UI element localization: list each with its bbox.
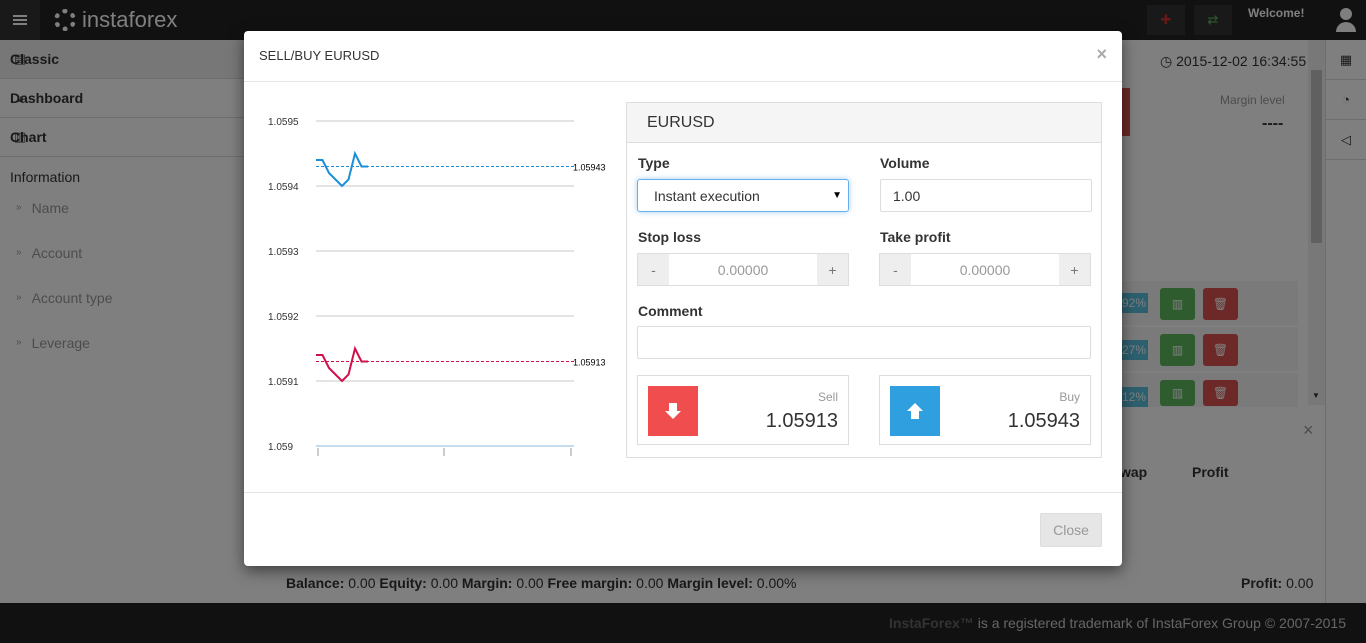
order-type-select[interactable]: Instant execution ▼	[637, 179, 849, 212]
close-icon[interactable]: ×	[1096, 44, 1107, 65]
y-tick-label: 1.0594	[268, 182, 299, 193]
caret-down-icon: ▼	[832, 190, 842, 201]
arrow-up-icon	[890, 386, 940, 436]
arrow-down-icon	[648, 386, 698, 436]
buy-button[interactable]: Buy 1.05943	[879, 375, 1091, 445]
buy-price: 1.05943	[1007, 410, 1080, 432]
y-tick-label: 1.0592	[268, 312, 299, 323]
take-profit-input[interactable]: 0.00000	[911, 254, 1059, 285]
stop-loss-input[interactable]: 0.00000	[669, 254, 817, 285]
price-reference-label: 1.05943	[573, 163, 606, 173]
symbol-heading: EURUSD	[627, 103, 1101, 143]
take-profit-increment-button[interactable]: +	[1059, 254, 1090, 285]
price-series-line	[316, 345, 368, 383]
type-label: Type	[638, 155, 670, 171]
sell-button[interactable]: Sell 1.05913	[637, 375, 849, 445]
order-panel: EURUSD Type Instant execution ▼ Volume 1…	[626, 102, 1102, 458]
price-series-line	[316, 150, 368, 188]
buy-label: Buy	[1059, 390, 1080, 404]
volume-label: Volume	[880, 155, 930, 171]
price-chart-svg: 1.0595 1.0594 1.0593 1.0592 1.0591 1.059 1.059…	[268, 117, 606, 456]
comment-input[interactable]	[637, 326, 1091, 359]
order-type-value: Instant execution	[654, 187, 760, 204]
stop-loss-decrement-button[interactable]: -	[638, 254, 669, 285]
close-button[interactable]: Close	[1040, 513, 1102, 547]
y-tick-label: 1.0591	[268, 377, 299, 388]
volume-input[interactable]: 1.00	[880, 179, 1092, 212]
modal-footer: Close	[244, 492, 1122, 566]
take-profit-stepper: - 0.00000 +	[879, 253, 1091, 286]
y-tick-label: 1.0595	[268, 117, 299, 128]
stop-loss-label: Stop loss	[638, 229, 702, 245]
price-chart: 1.0595 1.0594 1.0593 1.0592 1.0591 1.059 1.059…	[258, 101, 618, 471]
sell-label: Sell	[817, 390, 838, 404]
sell-price: 1.05913	[765, 410, 838, 432]
stop-loss-increment-button[interactable]: +	[817, 254, 848, 285]
trade-modal: SELL/BUY EURUSD × 1.0595 1.0594 1.0593 1.05…	[244, 31, 1122, 566]
comment-label: Comment	[638, 303, 703, 319]
take-profit-decrement-button[interactable]: -	[880, 254, 911, 285]
y-tick-label: 1.059	[268, 442, 293, 453]
stop-loss-stepper: - 0.00000 +	[637, 253, 849, 286]
y-tick-label: 1.0593	[268, 247, 299, 258]
take-profit-label: Take profit	[880, 229, 951, 245]
modal-title: SELL/BUY EURUSD	[259, 48, 380, 63]
modal-header: SELL/BUY EURUSD ×	[244, 31, 1122, 82]
price-reference-label: 1.05913	[573, 358, 606, 368]
